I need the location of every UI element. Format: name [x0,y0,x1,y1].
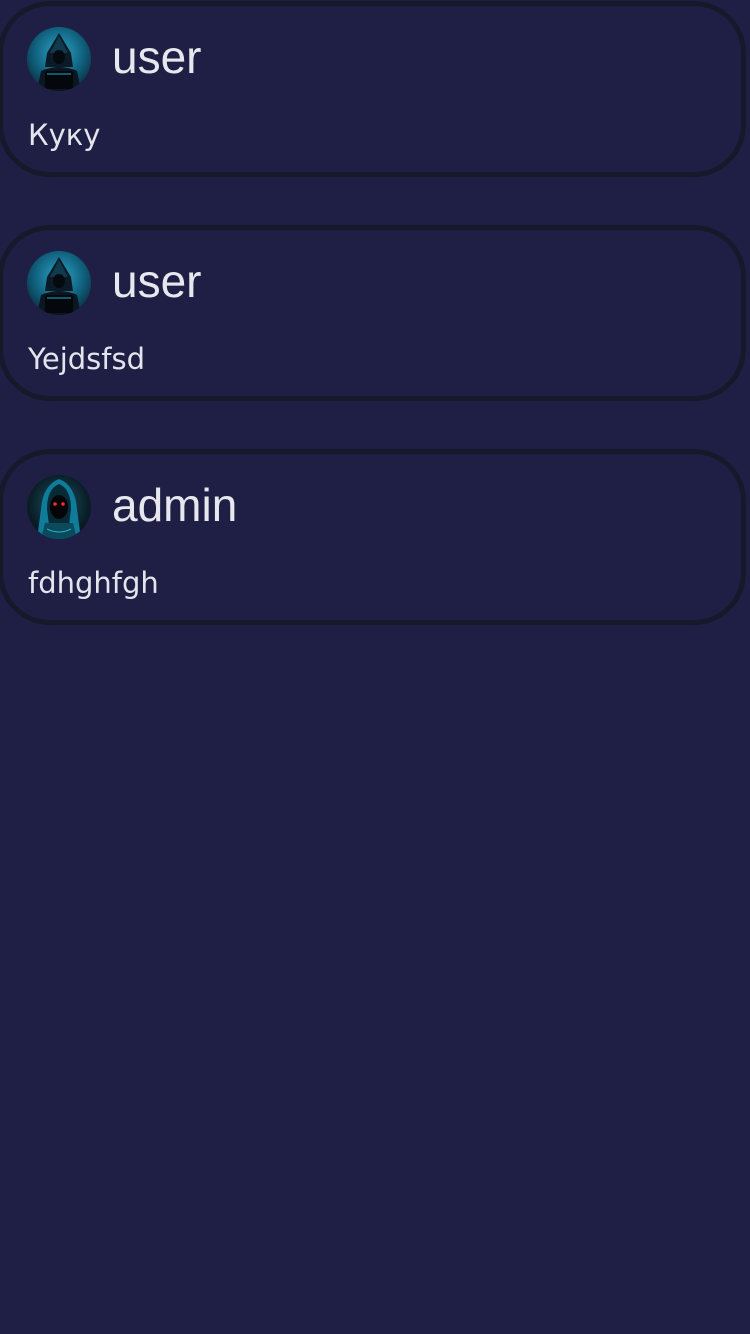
post-author[interactable]: user [112,258,201,304]
post-card[interactable]: user Yejdsfsd [0,225,746,401]
post-feed: user Куку user Yejdsfsd admin fdhghfgh [0,0,750,1334]
post-card[interactable]: admin fdhghfgh [0,449,746,625]
post-author[interactable]: admin [112,482,237,528]
post-text: fdhghfgh [28,566,159,600]
post-text: Yejdsfsd [28,342,146,376]
post-text: Куку [28,118,101,152]
hooded-figure-laptop-avatar-icon[interactable] [27,251,91,315]
post-header: admin [27,474,237,540]
hooded-figure-laptop-avatar-icon[interactable] [27,27,91,91]
post-header: user [27,26,201,92]
post-author[interactable]: user [112,34,201,80]
post-card[interactable]: user Куку [0,1,746,177]
post-header: user [27,250,201,316]
hooded-figure-red-eyes-avatar-icon[interactable] [27,475,91,539]
